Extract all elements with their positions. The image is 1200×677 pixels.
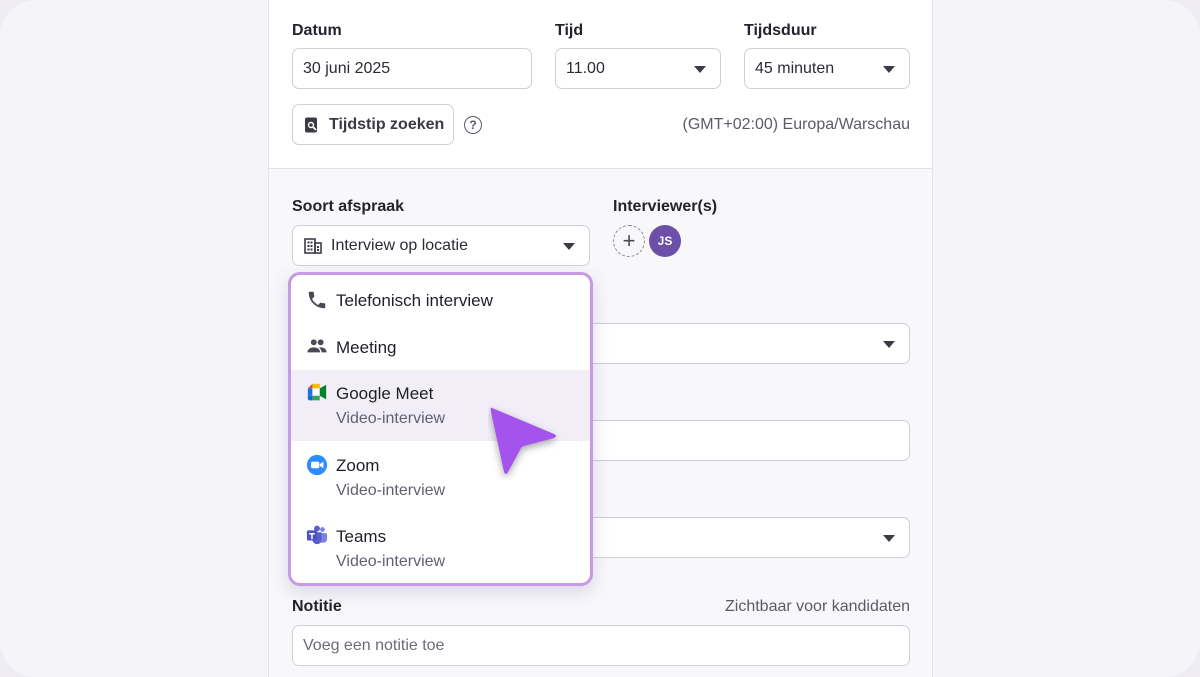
chevron-down-icon [883, 65, 895, 73]
date-value: 30 juni 2025 [303, 59, 391, 77]
option-title: Google Meet [336, 384, 434, 403]
note-placeholder: Voeg een notitie toe [303, 636, 445, 654]
duration-value: 45 minuten [755, 59, 835, 77]
option-subtitle: Video-interview [336, 410, 446, 427]
option-phone-interview[interactable]: Telefonisch interview [291, 275, 590, 323]
option-subtitle: Video-interview [336, 553, 446, 570]
zoom-icon [306, 454, 328, 476]
duration-select[interactable]: 45 minuten [744, 48, 910, 89]
note-label: Notitie [292, 598, 342, 615]
date-label: Datum [292, 22, 342, 39]
option-meeting[interactable]: Meeting [291, 323, 590, 370]
google-meet-icon [307, 383, 327, 401]
date-input[interactable]: 30 juni 2025 [292, 48, 532, 89]
people-icon [307, 339, 327, 353]
option-title: Zoom [336, 456, 380, 475]
time-label: Tijd [555, 22, 584, 39]
interviewers-label: Interviewer(s) [613, 198, 718, 215]
note-input[interactable]: Voeg een notitie toe [292, 625, 910, 666]
chevron-down-icon [883, 534, 895, 542]
chevron-down-icon [563, 242, 575, 250]
search-calendar-icon [305, 117, 317, 132]
help-icon[interactable]: ? [464, 116, 482, 134]
teams-icon [306, 525, 328, 545]
avatar[interactable]: JS [649, 225, 681, 257]
find-time-button[interactable]: Tijdstip zoeken [292, 104, 454, 145]
phone-icon [308, 291, 326, 309]
time-select[interactable]: 11.00 [555, 48, 721, 89]
option-title: Teams [336, 527, 387, 546]
option-subtitle: Video-interview [336, 482, 446, 499]
schedule-section: Datum 30 juni 2025 Tijd 11.00 Tijdsduur … [269, 0, 932, 169]
screen-frame: Datum 30 juni 2025 Tijd 11.00 Tijdsduur … [0, 0, 1200, 677]
appointment-type-value: Interview op locatie [331, 236, 468, 254]
time-value: 11.00 [566, 59, 605, 77]
appointment-type-select[interactable]: Interview op locatie [292, 225, 590, 266]
duration-label: Tijdsduur [744, 22, 817, 39]
note-visibility-text: Zichtbaar voor kandidaten [725, 598, 910, 615]
option-title: Telefonisch interview [336, 291, 493, 310]
option-teams[interactable]: Teams Video-interview [291, 512, 590, 583]
chevron-down-icon [883, 340, 895, 348]
pointer-cursor-icon [490, 407, 556, 474]
add-interviewer-button[interactable]: + [613, 225, 645, 257]
appointment-type-label: Soort afspraak [292, 198, 405, 215]
find-time-label: Tijdstip zoeken [329, 115, 445, 133]
chevron-down-icon [694, 65, 706, 73]
option-title: Meeting [336, 338, 397, 357]
timezone-text: (GMT+02:00) Europa/Warschau [682, 116, 911, 133]
building-icon [304, 238, 322, 254]
